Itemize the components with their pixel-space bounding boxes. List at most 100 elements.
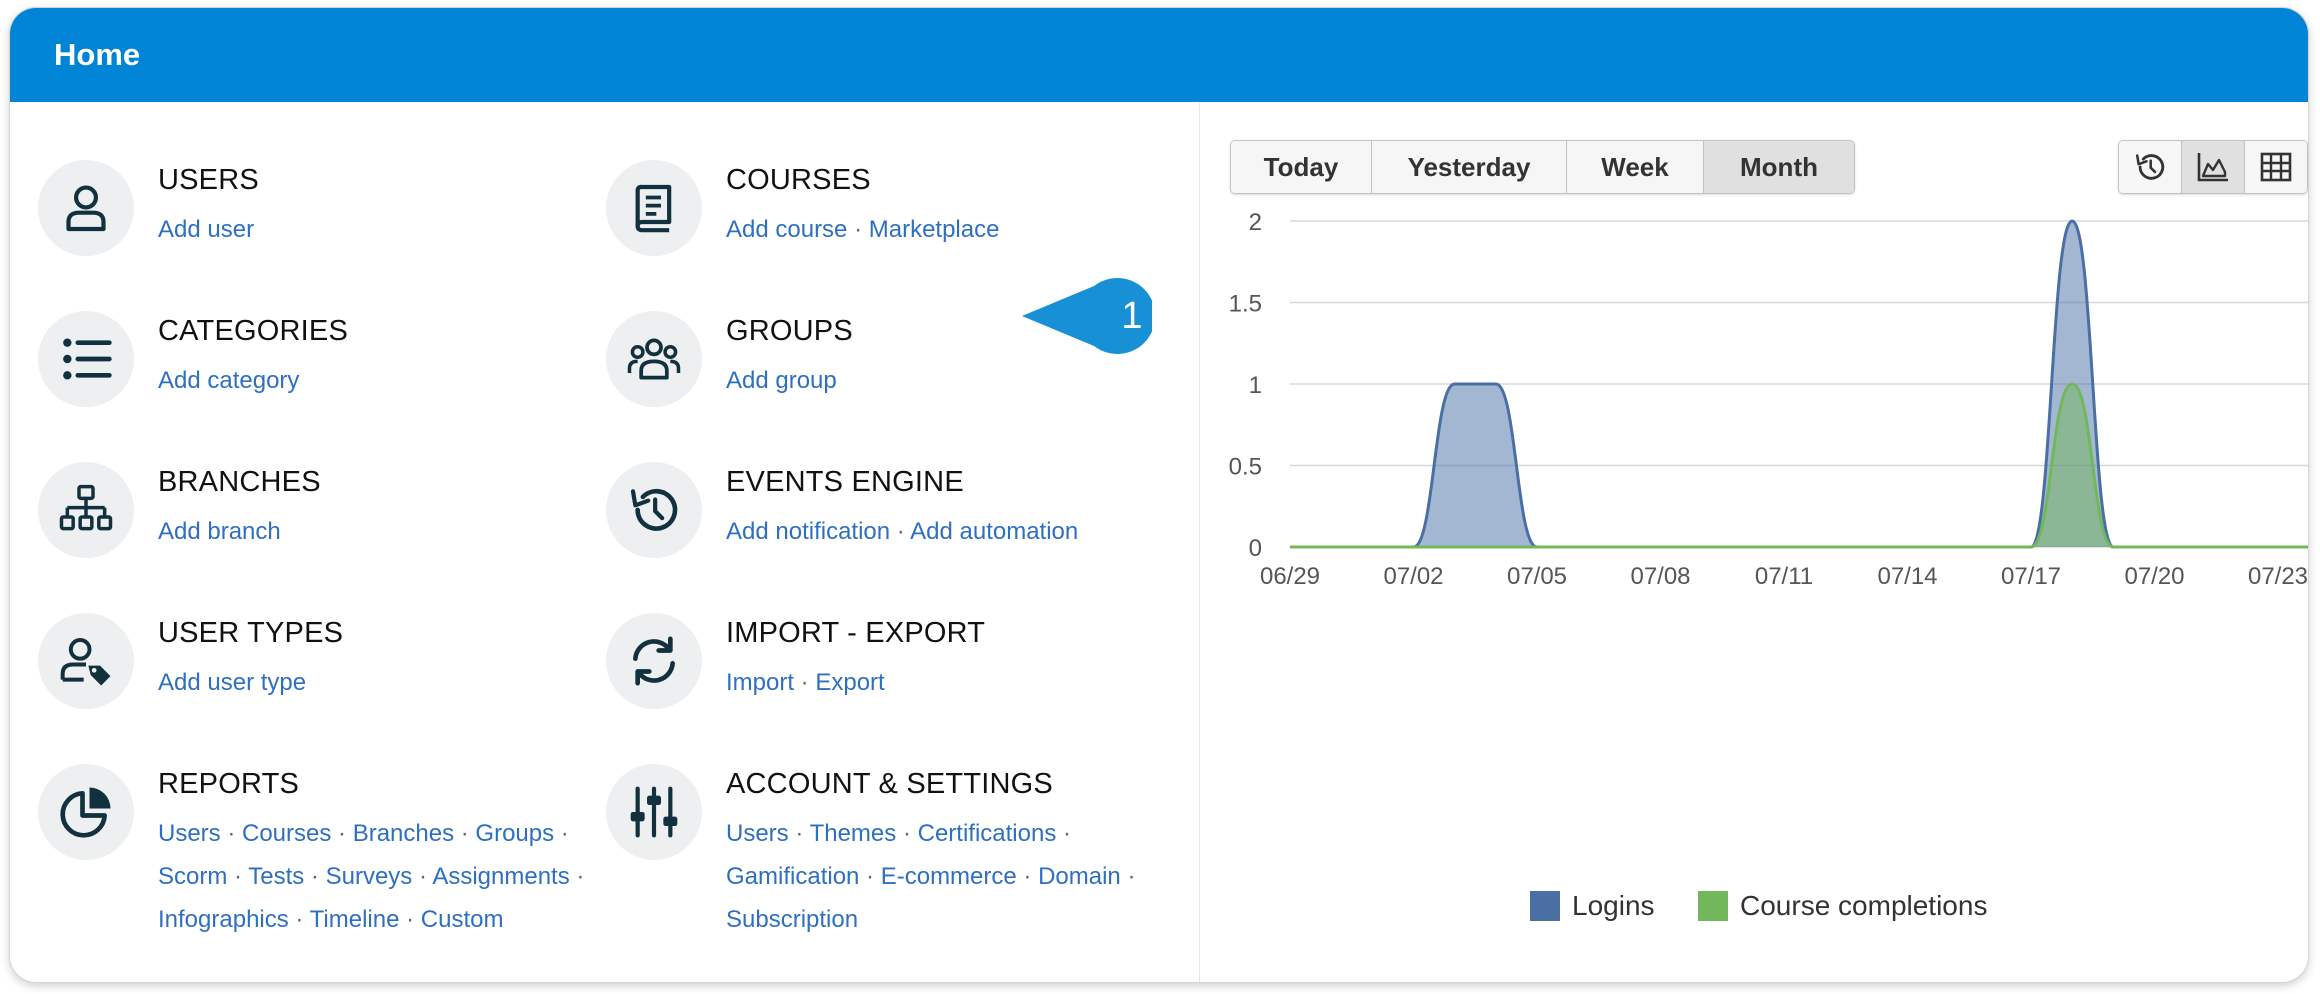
link-marketplace[interactable]: Marketplace [869, 216, 1000, 243]
link-import[interactable]: Import [726, 669, 794, 696]
link-separator: · [399, 906, 421, 933]
tile-title[interactable]: COURSES [726, 164, 871, 197]
link-add-branch[interactable]: Add branch [158, 518, 281, 545]
link-add-category[interactable]: Add category [158, 367, 299, 394]
tile-title[interactable]: EVENTS ENGINE [726, 466, 964, 499]
book-icon[interactable] [606, 160, 702, 256]
legend-item-course-completions[interactable]: Course completions [1698, 886, 1987, 926]
link-separator: · [454, 820, 476, 847]
link-domain[interactable]: Domain [1038, 863, 1121, 890]
link-custom[interactable]: Custom [421, 906, 504, 933]
tile-title[interactable]: USER TYPES [158, 617, 343, 650]
list-icon[interactable] [38, 311, 134, 407]
link-gamification[interactable]: Gamification [726, 863, 859, 890]
link-separator: · [1056, 820, 1071, 847]
x-tick-label: 07/11 [1755, 563, 1813, 590]
legend-swatch-completions [1698, 891, 1728, 921]
tile-links: Add user type [158, 661, 598, 704]
tile-title[interactable]: GROUPS [726, 315, 853, 348]
link-separator: · [331, 820, 353, 847]
link-separator: · [896, 820, 918, 847]
tile-links: Add course · Marketplace [726, 208, 1166, 251]
x-tick-label: 07/17 [2001, 563, 2061, 590]
link-add-user-type[interactable]: Add user type [158, 669, 306, 696]
tile-links: Users · Themes · Certifications · Gamifi… [726, 812, 1166, 941]
tile-title[interactable]: BRANCHES [158, 466, 321, 499]
tile-title[interactable]: ACCOUNT & SETTINGS [726, 768, 1053, 801]
tile-title[interactable]: IMPORT - EXPORT [726, 617, 985, 650]
link-separator: · [569, 863, 585, 890]
legend-label-logins: Logins [1572, 890, 1655, 921]
link-separator: · [1016, 863, 1039, 890]
user-tag-icon[interactable] [38, 613, 134, 709]
legend-label-completions: Course completions [1740, 890, 1988, 921]
link-separator: · [1120, 863, 1136, 890]
sync-icon[interactable] [606, 613, 702, 709]
activity-chart: 0 0.5 1 1.5 2 06/29 07/02 07/05 07/08 07/11 07/14 0… [1229, 209, 2308, 590]
link-separator: · [227, 863, 249, 890]
tile-title[interactable]: USERS [158, 164, 259, 197]
link-timeline[interactable]: Timeline [310, 906, 400, 933]
link-e-commerce[interactable]: E-commerce [881, 863, 1017, 890]
tile-title[interactable]: REPORTS [158, 768, 299, 801]
x-tick-label: 06/29 [1260, 563, 1320, 590]
link-separator: · [220, 820, 242, 847]
y-tick-label: 0 [1249, 535, 1262, 562]
link-separator: · [788, 820, 810, 847]
link-export[interactable]: Export [815, 669, 884, 696]
legend-item-logins[interactable]: Logins [1530, 886, 1655, 926]
x-tick-label: 07/23 [2248, 563, 2308, 590]
x-tick-label: 07/08 [1630, 563, 1690, 590]
link-surveys[interactable]: Surveys [326, 863, 413, 890]
y-tick-label: 1.5 [1229, 291, 1262, 318]
y-tick-label: 0.5 [1229, 454, 1262, 481]
link-users[interactable]: Users [158, 820, 221, 847]
link-themes[interactable]: Themes [810, 820, 897, 847]
legend-swatch-logins [1530, 891, 1560, 921]
link-certifications[interactable]: Certifications [918, 820, 1057, 847]
link-infographics[interactable]: Infographics [158, 906, 289, 933]
tile-title[interactable]: CATEGORIES [158, 315, 348, 348]
tile-links: Add branch [158, 510, 598, 553]
x-tick-label: 07/14 [1877, 563, 1937, 590]
admin-shortcuts-panel: USERS Add user COURSES Add course · Marketp… [10, 102, 1199, 982]
sitemap-icon[interactable] [38, 462, 134, 558]
link-separator: · [890, 518, 911, 545]
tile-links: Add user [158, 208, 598, 251]
link-scorm[interactable]: Scorm [158, 863, 227, 890]
link-courses[interactable]: Courses [242, 820, 331, 847]
link-add-user[interactable]: Add user [158, 216, 254, 243]
link-add-automation[interactable]: Add automation [910, 518, 1078, 545]
link-groups[interactable]: Groups [475, 820, 554, 847]
y-tick-label: 2 [1249, 209, 1262, 236]
x-tick-label: 07/02 [1383, 563, 1443, 590]
link-users[interactable]: Users [726, 820, 789, 847]
tile-links: Add notification · Add automation [726, 510, 1166, 553]
link-tests[interactable]: Tests [248, 863, 304, 890]
link-assignments[interactable]: Assignments [432, 863, 569, 890]
link-separator: · [554, 820, 569, 847]
link-separator: · [412, 863, 433, 890]
link-add-course[interactable]: Add course [726, 216, 847, 243]
link-separator: · [859, 863, 881, 890]
tile-links: Add group [726, 359, 1166, 402]
link-add-group[interactable]: Add group [726, 367, 837, 394]
page-title: Home [54, 37, 141, 72]
history-icon[interactable] [606, 462, 702, 558]
group-icon[interactable] [606, 311, 702, 407]
header-bar: Home [10, 8, 2308, 102]
link-separator: · [847, 216, 869, 243]
x-tick-label: 07/05 [1507, 563, 1567, 590]
link-add-notification[interactable]: Add notification [726, 518, 890, 545]
user-icon[interactable] [38, 160, 134, 256]
chart-legend: Logins Course completions [1200, 886, 2308, 926]
dashboard-card: Home USERS Add user COURSES Add course · Ma… [10, 8, 2308, 982]
link-separator: · [288, 906, 310, 933]
link-subscription[interactable]: Subscription [726, 906, 858, 933]
link-separator: · [794, 669, 816, 696]
tile-links: Users · Courses · Branches · Groups · Sc… [158, 812, 598, 941]
sliders-icon[interactable] [606, 764, 702, 860]
pie-chart-icon[interactable] [38, 764, 134, 860]
link-branches[interactable]: Branches [353, 820, 454, 847]
y-tick-label: 1 [1249, 372, 1262, 399]
